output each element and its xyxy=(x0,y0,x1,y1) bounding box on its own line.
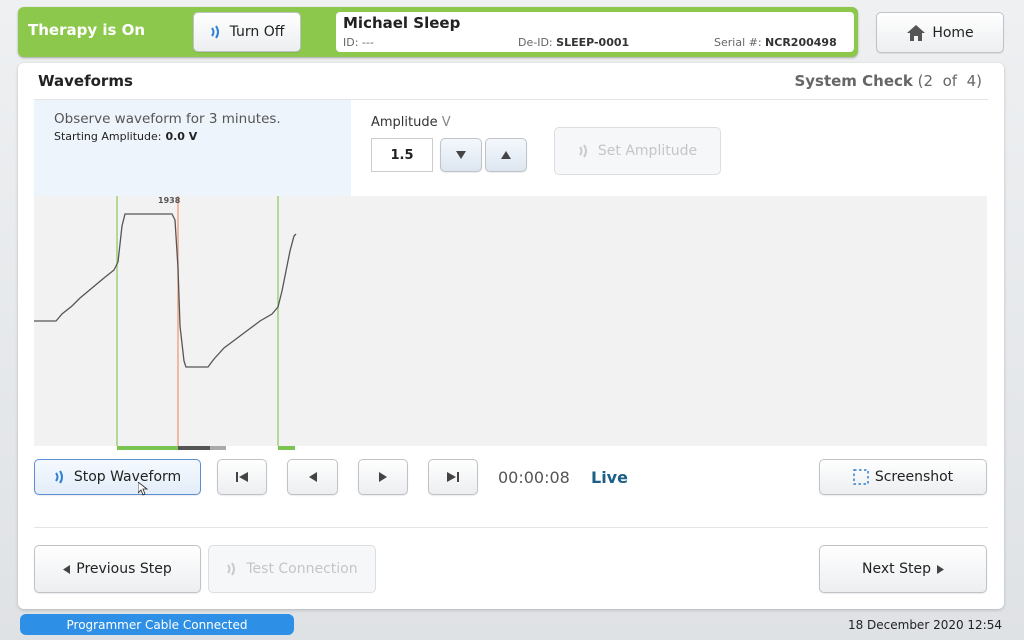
previous-step-label: Previous Step xyxy=(76,561,172,577)
step-forward-icon xyxy=(379,472,387,482)
skip-forward-icon xyxy=(447,472,459,482)
step-forward-button[interactable] xyxy=(358,459,408,495)
starting-amplitude: Starting Amplitude: 0.0 V xyxy=(54,130,198,143)
therapy-bar: Therapy is On Turn Off Michael Sleep ID:… xyxy=(18,7,858,57)
next-step-button[interactable]: Next Step xyxy=(819,545,987,593)
triangle-down-icon xyxy=(456,151,466,159)
turn-off-button[interactable]: Turn Off xyxy=(193,12,301,52)
amplitude-down-button[interactable] xyxy=(440,138,482,172)
cursor-icon xyxy=(137,481,149,500)
panel-title: Waveforms xyxy=(38,72,133,90)
test-connection-button[interactable]: Test Connection xyxy=(208,545,376,593)
skip-back-icon xyxy=(236,472,248,482)
turn-off-label: Turn Off xyxy=(229,24,285,40)
set-amplitude-button[interactable]: Set Amplitude xyxy=(554,127,721,175)
skip-to-end-button[interactable] xyxy=(428,459,478,495)
step-back-button[interactable] xyxy=(287,459,338,495)
wireless-icon xyxy=(210,23,224,41)
amplitude-value[interactable]: 1.5 xyxy=(371,138,433,172)
stop-waveform-label: Stop Waveform xyxy=(73,469,182,485)
waveforms-panel: Waveforms System Check (2 of 4) Observe … xyxy=(18,63,1004,609)
timeline-segment-green xyxy=(117,446,178,450)
previous-step-button[interactable]: Previous Step xyxy=(34,545,201,593)
step-name: System Check xyxy=(794,72,913,90)
wireless-icon xyxy=(226,560,240,578)
timeline-segment-green-2 xyxy=(278,446,295,450)
next-step-label: Next Step xyxy=(862,561,931,577)
patient-name: Michael Sleep xyxy=(343,14,461,32)
patient-info: Michael Sleep ID: --- De-ID: SLEEP-0001 … xyxy=(336,12,854,52)
instructions-box: Observe waveform for 3 minutes. Starting… xyxy=(34,100,351,196)
marker-label: 1938 xyxy=(158,196,181,205)
wireless-icon xyxy=(578,142,592,160)
therapy-status: Therapy is On xyxy=(28,21,146,39)
wireless-icon xyxy=(54,468,68,486)
arrow-left-icon xyxy=(63,564,71,574)
patient-serial: Serial #: NCR200498 xyxy=(714,36,837,49)
screenshot-icon xyxy=(853,469,869,485)
triangle-up-icon xyxy=(501,151,511,159)
screenshot-button[interactable]: Screenshot xyxy=(819,459,987,495)
amplitude-up-button[interactable] xyxy=(485,138,527,172)
patient-deid: De-ID: SLEEP-0001 xyxy=(518,36,630,49)
home-icon xyxy=(906,24,926,42)
amplitude-label: Amplitude V xyxy=(371,115,451,130)
waveform-timer: 00:00:08 xyxy=(498,468,570,487)
timeline-segment-dark xyxy=(178,446,210,450)
live-indicator: Live xyxy=(591,468,628,487)
instruction-text: Observe waveform for 3 minutes. xyxy=(54,111,281,127)
stop-waveform-button[interactable]: Stop Waveform xyxy=(34,459,201,495)
home-button[interactable]: Home xyxy=(876,12,1004,53)
waveform-svg: 1938 xyxy=(34,196,297,446)
arrow-right-icon xyxy=(936,564,944,574)
step-info: System Check (2 of 4) xyxy=(794,72,982,90)
waveform-display: 1938 xyxy=(34,196,987,450)
divider xyxy=(34,527,988,528)
set-amplitude-label: Set Amplitude xyxy=(597,143,698,159)
timeline-segment-gray xyxy=(210,446,226,450)
step-progress: (2 of 4) xyxy=(917,72,982,90)
step-back-icon xyxy=(308,472,317,482)
skip-to-start-button[interactable] xyxy=(217,459,267,495)
datetime: 18 December 2020 12:54 xyxy=(847,618,1002,632)
cable-status-bar: Programmer Cable Connected xyxy=(20,614,294,635)
patient-id: ID: --- xyxy=(343,36,374,49)
screenshot-label: Screenshot xyxy=(874,469,954,485)
waveform-trace xyxy=(34,213,297,368)
home-label: Home xyxy=(932,24,974,41)
test-connection-label: Test Connection xyxy=(246,561,358,577)
